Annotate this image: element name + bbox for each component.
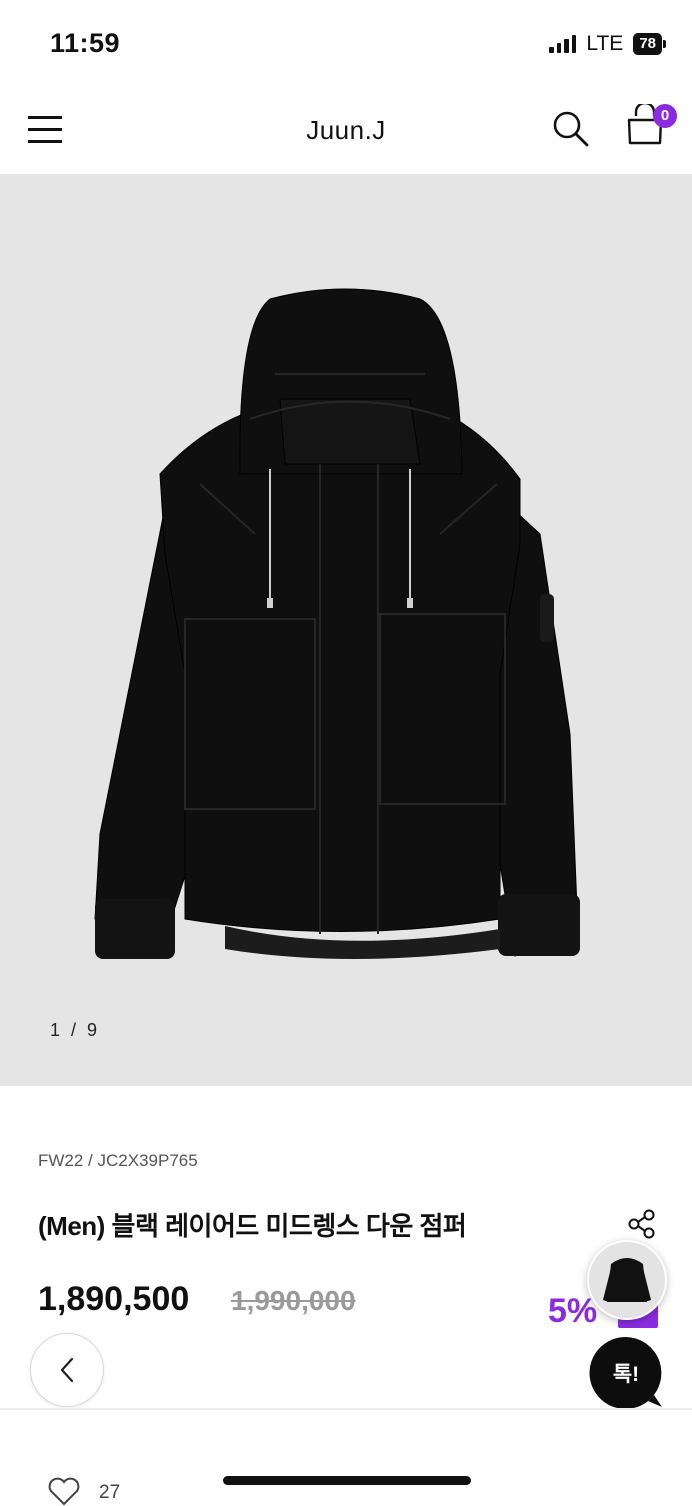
back-button[interactable] [30, 1333, 104, 1407]
image-counter: 1 / 9 [50, 1020, 101, 1040]
season-code: FW22 / JC2X39P765 [38, 1151, 198, 1170]
battery-level: 78 [633, 33, 662, 55]
jacket-image [94, 288, 580, 959]
jacket-thumbnail-image [603, 1258, 651, 1302]
cart-count-badge: 0 [653, 104, 677, 128]
recent-product-thumbnail[interactable] [587, 1240, 667, 1320]
divider [0, 1408, 692, 1410]
status-indicators: LTE 78 [549, 32, 666, 56]
home-indicator[interactable] [223, 1476, 471, 1485]
original-price: 1,990,000 [231, 1285, 356, 1316]
product-title: (Men) 블랙 레이어드 미드렝스 다운 점퍼 [38, 1211, 467, 1241]
share-icon[interactable] [626, 1208, 658, 1240]
top-nav: Juun.J [0, 88, 692, 174]
chat-label: 톡! [612, 1363, 640, 1386]
status-bar: 11:59 LTE 78 [0, 0, 692, 88]
chevron-left-icon [60, 1357, 74, 1383]
network-label: LTE [586, 32, 624, 55]
like-count: 27 [99, 1482, 121, 1503]
heart-icon[interactable] [46, 1476, 82, 1506]
status-time: 11:59 [50, 28, 121, 58]
search-icon[interactable] [550, 108, 590, 148]
product-image-carousel[interactable]: 1 / 9 [0, 174, 692, 1086]
signal-icon [549, 35, 577, 53]
sale-price: 1,890,500 [38, 1280, 190, 1318]
discount-rate: 5% [548, 1292, 598, 1330]
battery-icon: 78 [633, 33, 666, 55]
